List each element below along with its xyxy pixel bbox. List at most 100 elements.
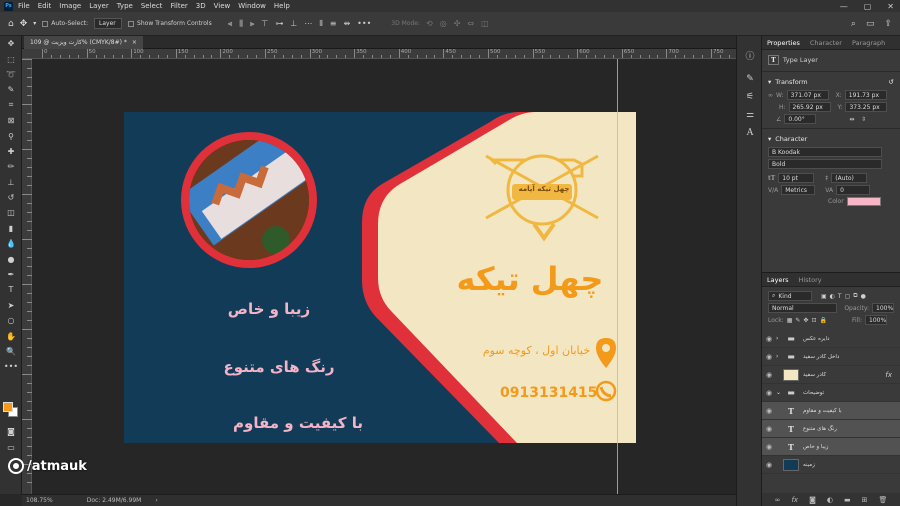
menu-help[interactable]: Help	[274, 2, 290, 10]
eyedropper-tool[interactable]: ⚲	[0, 128, 22, 143]
visibility-eye-icon[interactable]: ◉	[762, 425, 776, 433]
healing-tool[interactable]: ✚	[0, 144, 22, 159]
share-icon[interactable]: ⇪	[884, 19, 892, 29]
menu-type[interactable]: Type	[117, 2, 133, 10]
quick-mask-icon[interactable]: ◙	[0, 424, 22, 439]
y-field[interactable]: 373.25 px	[845, 102, 888, 112]
blend-mode-dropdown[interactable]: Normal	[768, 303, 838, 313]
layer-row[interactable]: ◉ زمینه	[762, 456, 900, 474]
layer-row[interactable]: ◉ T زیبا و خاص	[762, 438, 900, 456]
text-color-swatch[interactable]	[846, 197, 881, 206]
crop-tool[interactable]: ⌗	[0, 98, 22, 113]
align-bottom-icon[interactable]: ⊥	[290, 19, 297, 29]
history-brush-tool[interactable]: ↺	[0, 190, 22, 205]
tab-properties[interactable]: Properties	[767, 39, 800, 47]
font-family-dropdown[interactable]: B Koodak	[768, 147, 882, 157]
font-size-field[interactable]: 10 pt	[778, 173, 815, 183]
x-field[interactable]: 191.73 px	[844, 90, 887, 100]
horizontal-ruler[interactable]: 0 50 100 150 200 250 300 350 400 450 500 550 600 650 7…	[22, 49, 736, 59]
font-style-dropdown[interactable]: Bold	[768, 159, 882, 169]
vertical-ruler[interactable]	[22, 59, 32, 494]
angle-field[interactable]: 0.00°	[784, 114, 817, 124]
visibility-eye-icon[interactable]: ◉	[762, 371, 776, 379]
filter-shape-icon[interactable]: ▢	[845, 293, 851, 300]
frame-tool[interactable]: ⊠	[0, 113, 22, 128]
layer-row[interactable]: ◉ › ▬ داخل کادر سفید	[762, 348, 900, 366]
slide-3d-icon[interactable]: ⇔	[467, 19, 474, 28]
search-icon[interactable]: ⌕	[851, 19, 856, 29]
flip-h-icon[interactable]: ⇹	[849, 116, 854, 123]
brush-settings-icon[interactable]: ✎	[737, 70, 763, 88]
tab-history[interactable]: History	[799, 276, 822, 284]
link-icon[interactable]: ∞	[768, 92, 773, 99]
filter-type-icon[interactable]: T	[838, 293, 842, 300]
lasso-tool[interactable]: ➰	[0, 67, 22, 82]
visibility-eye-icon[interactable]: ◉	[762, 443, 776, 451]
info-icon[interactable]: ⓘ	[737, 46, 763, 64]
lock-all-icon[interactable]: 🔒	[819, 317, 826, 324]
menu-view[interactable]: View	[214, 2, 231, 10]
menu-edit[interactable]: Edit	[38, 2, 52, 10]
menu-window[interactable]: Window	[238, 2, 266, 10]
align-middle-icon[interactable]: ⊶	[275, 19, 283, 29]
distribute-v-icon[interactable]: ≡	[330, 19, 337, 29]
zoom-level[interactable]: 108.75%	[26, 497, 53, 504]
menu-3d[interactable]: 3D	[196, 2, 206, 10]
trash-icon[interactable]: 🗑	[878, 496, 887, 504]
move-tool[interactable]: ✥	[0, 36, 22, 51]
layer-row[interactable]: ◉ T با کیفیت و مقاوم	[762, 402, 900, 420]
fx-icon[interactable]: fx	[791, 496, 798, 504]
workspace-icon[interactable]: ▭	[866, 19, 875, 29]
shape-tool[interactable]: ○	[0, 313, 22, 328]
blur-tool[interactable]: 💧	[0, 236, 22, 251]
screen-mode-icon[interactable]: ▭	[0, 440, 22, 455]
eraser-tool[interactable]: ◫	[0, 205, 22, 220]
align-right-icon[interactable]: ⫸	[250, 19, 255, 29]
lock-transparent-icon[interactable]: ▦	[787, 317, 793, 324]
status-arrow-icon[interactable]: ›	[155, 497, 157, 504]
visibility-eye-icon[interactable]: ◉	[762, 335, 776, 343]
tracking-field[interactable]: 0	[836, 185, 871, 195]
auto-select-dropdown[interactable]: Layer	[94, 18, 123, 29]
layer-effects-icon[interactable]: fx	[885, 371, 892, 379]
leading-field[interactable]: (Auto)	[831, 173, 868, 183]
tab-paragraph[interactable]: Paragraph	[852, 39, 885, 47]
visibility-eye-icon[interactable]: ◉	[762, 389, 776, 397]
roll-3d-icon[interactable]: ◎	[440, 19, 447, 28]
reset-icon[interactable]: ↺	[889, 78, 894, 86]
distribute-spacing-icon[interactable]: ⇹	[343, 19, 350, 29]
glyphs-icon[interactable]: A	[737, 124, 763, 142]
expand-chevron-icon[interactable]: ›	[776, 335, 783, 342]
distribute-icon[interactable]: ⋯	[304, 19, 312, 29]
paragraph-styles-icon[interactable]: ⚌	[737, 106, 763, 124]
new-layer-icon[interactable]: ⊞	[862, 496, 868, 504]
lock-position-icon[interactable]: ✥	[803, 317, 808, 324]
filter-adjust-icon[interactable]: ◐	[830, 293, 835, 300]
align-left-icon[interactable]: ⫷	[228, 19, 233, 29]
foreground-color-swatch[interactable]	[3, 402, 13, 412]
new-group-icon[interactable]: ▬	[844, 496, 851, 504]
filter-toggle-icon[interactable]: ●	[861, 293, 866, 300]
quick-select-tool[interactable]: ✎	[0, 82, 22, 97]
visibility-eye-icon[interactable]: ◉	[762, 407, 776, 415]
adjustment-layer-icon[interactable]: ◐	[827, 496, 833, 504]
stamp-tool[interactable]: ⊥	[0, 175, 22, 190]
expand-chevron-icon[interactable]: ›	[776, 353, 783, 360]
link-layers-icon[interactable]: ∞	[775, 496, 781, 504]
add-mask-icon[interactable]: ◙	[809, 496, 816, 504]
pen-tool[interactable]: ✒	[0, 267, 22, 282]
minimize-button[interactable]: —	[840, 2, 848, 11]
document-tab[interactable]: کارت ویزیت @ 109% (CMYK/8#) * ×	[24, 36, 143, 49]
flip-v-icon[interactable]: ⇳	[861, 116, 866, 123]
home-icon[interactable]: ⌂	[8, 19, 14, 29]
opacity-field[interactable]: 100%	[872, 303, 894, 313]
move-tool-icon[interactable]: ✥	[20, 19, 28, 29]
menu-file[interactable]: File	[18, 2, 30, 10]
filter-pixel-icon[interactable]: ▣	[821, 293, 827, 300]
collapse-chevron-icon[interactable]: ⌄	[776, 389, 783, 396]
close-tab-icon[interactable]: ×	[132, 39, 137, 46]
adjustments-icon[interactable]: ⚟	[737, 88, 763, 106]
tab-character[interactable]: Character	[810, 39, 842, 47]
guide-line[interactable]	[617, 59, 618, 494]
pan-3d-icon[interactable]: ✣	[454, 19, 461, 28]
